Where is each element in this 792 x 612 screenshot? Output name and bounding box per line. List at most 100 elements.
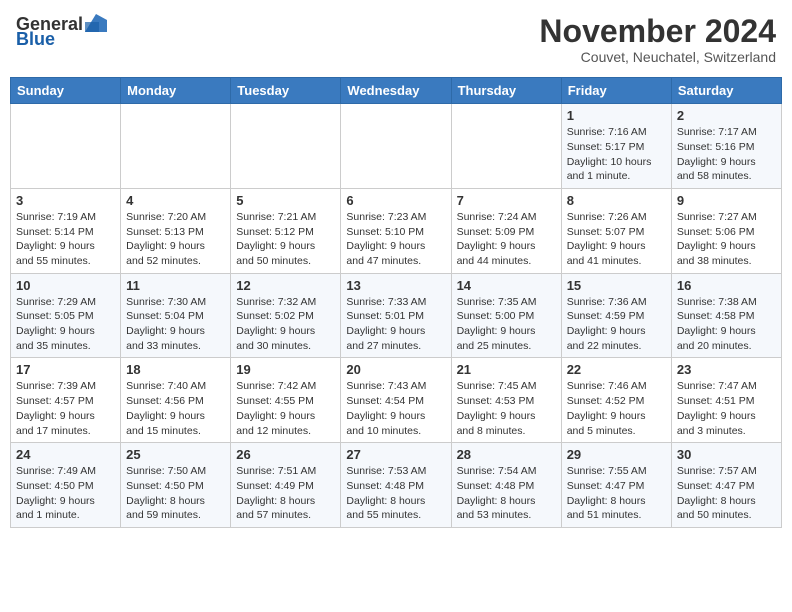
weekday-header-friday: Friday	[561, 78, 671, 104]
day-number: 9	[677, 193, 776, 208]
day-info: Sunrise: 7:40 AM Sunset: 4:56 PM Dayligh…	[126, 379, 225, 438]
calendar-cell: 24Sunrise: 7:49 AM Sunset: 4:50 PM Dayli…	[11, 443, 121, 528]
logo: General Blue	[16, 14, 107, 50]
calendar-cell: 27 Sunrise: 7:53 AM Sunset: 4:48 PM Dayli…	[341, 443, 451, 528]
calendar-cell: 5Sunrise: 7:21 AM Sunset: 5:12 PM Daylig…	[231, 188, 341, 273]
calendar-cell: 10 Sunrise: 7:29 AM Sunset: 5:05 PM Dayli…	[11, 273, 121, 358]
day-info: Sunrise: 7:51 AM Sunset: 4:49 PM Dayligh…	[236, 464, 335, 523]
calendar-header: SundayMondayTuesdayWednesdayThursdayFrid…	[11, 78, 782, 104]
calendar-cell: 20Sunrise: 7:43 AM Sunset: 4:54 PM Dayli…	[341, 358, 451, 443]
day-number: 4	[126, 193, 225, 208]
month-title: November 2024	[539, 14, 776, 49]
day-number: 1	[567, 108, 666, 123]
day-info: Sunrise: 7:29 AM Sunset: 5:05 PM Dayligh…	[16, 295, 115, 354]
calendar-cell: 29Sunrise: 7:55 AM Sunset: 4:47 PM Dayli…	[561, 443, 671, 528]
day-info: Sunrise: 7:30 AM Sunset: 5:04 PM Dayligh…	[126, 295, 225, 354]
location-subtitle: Couvet, Neuchatel, Switzerland	[539, 49, 776, 65]
calendar-cell: 26Sunrise: 7:51 AM Sunset: 4:49 PM Dayli…	[231, 443, 341, 528]
calendar-cell: 12 Sunrise: 7:32 AM Sunset: 5:02 PM Dayli…	[231, 273, 341, 358]
day-number: 21	[457, 362, 556, 377]
calendar-table: SundayMondayTuesdayWednesdayThursdayFrid…	[10, 77, 782, 528]
day-number: 2	[677, 108, 776, 123]
day-number: 14	[457, 278, 556, 293]
day-info: Sunrise: 7:43 AM Sunset: 4:54 PM Dayligh…	[346, 379, 445, 438]
day-number: 30	[677, 447, 776, 462]
calendar-week-2: 3 Sunrise: 7:19 AM Sunset: 5:14 PM Daylig…	[11, 188, 782, 273]
day-number: 25	[126, 447, 225, 462]
weekday-header-wednesday: Wednesday	[341, 78, 451, 104]
calendar-cell	[231, 104, 341, 189]
calendar-cell: 15 Sunrise: 7:36 AM Sunset: 4:59 PM Dayli…	[561, 273, 671, 358]
calendar-cell	[121, 104, 231, 189]
day-number: 7	[457, 193, 556, 208]
calendar-cell: 25Sunrise: 7:50 AM Sunset: 4:50 PM Dayli…	[121, 443, 231, 528]
calendar-week-4: 17 Sunrise: 7:39 AM Sunset: 4:57 PM Dayli…	[11, 358, 782, 443]
calendar-week-3: 10 Sunrise: 7:29 AM Sunset: 5:05 PM Dayli…	[11, 273, 782, 358]
day-number: 28	[457, 447, 556, 462]
calendar-cell: 21Sunrise: 7:45 AM Sunset: 4:53 PM Dayli…	[451, 358, 561, 443]
calendar-cell: 14 Sunrise: 7:35 AM Sunset: 5:00 PM Dayli…	[451, 273, 561, 358]
day-number: 18	[126, 362, 225, 377]
day-info: Sunrise: 7:20 AM Sunset: 5:13 PM Dayligh…	[126, 210, 225, 269]
day-number: 12	[236, 278, 335, 293]
day-info: Sunrise: 7:47 AM Sunset: 4:51 PM Dayligh…	[677, 379, 776, 438]
day-number: 23	[677, 362, 776, 377]
day-number: 27	[346, 447, 445, 462]
calendar-cell: 16Sunrise: 7:38 AM Sunset: 4:58 PM Dayli…	[671, 273, 781, 358]
calendar-cell: 4 Sunrise: 7:20 AM Sunset: 5:13 PM Daylig…	[121, 188, 231, 273]
day-number: 10	[16, 278, 115, 293]
day-info: Sunrise: 7:35 AM Sunset: 5:00 PM Dayligh…	[457, 295, 556, 354]
day-info: Sunrise: 7:32 AM Sunset: 5:02 PM Dayligh…	[236, 295, 335, 354]
calendar-cell: 2 Sunrise: 7:17 AM Sunset: 5:16 PM Daylig…	[671, 104, 781, 189]
weekday-header-sunday: Sunday	[11, 78, 121, 104]
day-info: Sunrise: 7:38 AM Sunset: 4:58 PM Dayligh…	[677, 295, 776, 354]
calendar-cell: 3 Sunrise: 7:19 AM Sunset: 5:14 PM Daylig…	[11, 188, 121, 273]
title-area: November 2024 Couvet, Neuchatel, Switzer…	[539, 14, 776, 65]
day-info: Sunrise: 7:19 AM Sunset: 5:14 PM Dayligh…	[16, 210, 115, 269]
day-number: 17	[16, 362, 115, 377]
calendar-cell: 22 Sunrise: 7:46 AM Sunset: 4:52 PM Dayli…	[561, 358, 671, 443]
calendar-cell: 13 Sunrise: 7:33 AM Sunset: 5:01 PM Dayli…	[341, 273, 451, 358]
calendar-cell: 7 Sunrise: 7:24 AM Sunset: 5:09 PM Daylig…	[451, 188, 561, 273]
day-info: Sunrise: 7:24 AM Sunset: 5:09 PM Dayligh…	[457, 210, 556, 269]
day-info: Sunrise: 7:26 AM Sunset: 5:07 PM Dayligh…	[567, 210, 666, 269]
calendar-cell: 19Sunrise: 7:42 AM Sunset: 4:55 PM Dayli…	[231, 358, 341, 443]
calendar-cell: 11 Sunrise: 7:30 AM Sunset: 5:04 PM Dayli…	[121, 273, 231, 358]
day-number: 3	[16, 193, 115, 208]
calendar-week-1: 1 Sunrise: 7:16 AM Sunset: 5:17 PM Daylig…	[11, 104, 782, 189]
day-info: Sunrise: 7:16 AM Sunset: 5:17 PM Dayligh…	[567, 125, 666, 184]
day-info: Sunrise: 7:49 AM Sunset: 4:50 PM Dayligh…	[16, 464, 115, 523]
day-info: Sunrise: 7:27 AM Sunset: 5:06 PM Dayligh…	[677, 210, 776, 269]
day-info: Sunrise: 7:53 AM Sunset: 4:48 PM Dayligh…	[346, 464, 445, 523]
day-number: 29	[567, 447, 666, 462]
day-number: 15	[567, 278, 666, 293]
day-info: Sunrise: 7:46 AM Sunset: 4:52 PM Dayligh…	[567, 379, 666, 438]
calendar-week-5: 24Sunrise: 7:49 AM Sunset: 4:50 PM Dayli…	[11, 443, 782, 528]
day-info: Sunrise: 7:39 AM Sunset: 4:57 PM Dayligh…	[16, 379, 115, 438]
day-info: Sunrise: 7:57 AM Sunset: 4:47 PM Dayligh…	[677, 464, 776, 523]
weekday-header-monday: Monday	[121, 78, 231, 104]
calendar-cell	[11, 104, 121, 189]
day-number: 5	[236, 193, 335, 208]
weekday-header-tuesday: Tuesday	[231, 78, 341, 104]
calendar-cell: 30 Sunrise: 7:57 AM Sunset: 4:47 PM Dayli…	[671, 443, 781, 528]
logo-icon	[85, 14, 107, 32]
day-info: Sunrise: 7:54 AM Sunset: 4:48 PM Dayligh…	[457, 464, 556, 523]
day-info: Sunrise: 7:23 AM Sunset: 5:10 PM Dayligh…	[346, 210, 445, 269]
weekday-header-thursday: Thursday	[451, 78, 561, 104]
day-number: 8	[567, 193, 666, 208]
day-number: 6	[346, 193, 445, 208]
day-number: 11	[126, 278, 225, 293]
weekday-header-saturday: Saturday	[671, 78, 781, 104]
calendar-cell: 8 Sunrise: 7:26 AM Sunset: 5:07 PM Daylig…	[561, 188, 671, 273]
day-info: Sunrise: 7:17 AM Sunset: 5:16 PM Dayligh…	[677, 125, 776, 184]
day-number: 19	[236, 362, 335, 377]
day-info: Sunrise: 7:36 AM Sunset: 4:59 PM Dayligh…	[567, 295, 666, 354]
calendar-cell: 9 Sunrise: 7:27 AM Sunset: 5:06 PM Daylig…	[671, 188, 781, 273]
day-number: 13	[346, 278, 445, 293]
calendar-cell: 1 Sunrise: 7:16 AM Sunset: 5:17 PM Daylig…	[561, 104, 671, 189]
calendar-cell: 17 Sunrise: 7:39 AM Sunset: 4:57 PM Dayli…	[11, 358, 121, 443]
day-info: Sunrise: 7:33 AM Sunset: 5:01 PM Dayligh…	[346, 295, 445, 354]
day-number: 22	[567, 362, 666, 377]
logo-blue-text: Blue	[16, 29, 55, 50]
